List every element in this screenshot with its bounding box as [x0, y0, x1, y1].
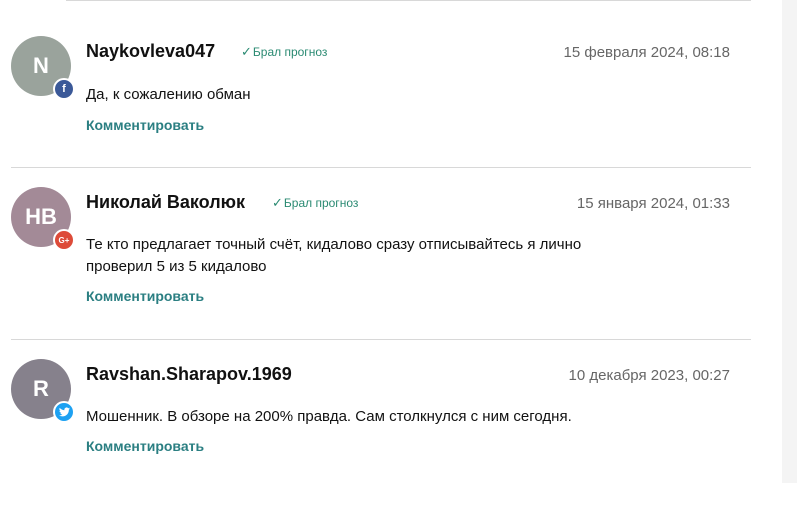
avatar-initials: HB	[25, 204, 57, 229]
page-scroll-strip	[782, 0, 797, 483]
comment-author[interactable]: Ravshan.Sharapov.1969	[86, 364, 292, 385]
twitter-icon	[53, 401, 75, 423]
comment-reply-button[interactable]: Комментировать	[86, 117, 204, 133]
comment-divider	[11, 339, 751, 340]
google-plus-icon: G+	[53, 229, 75, 251]
comment-author[interactable]: Naykovleva047	[86, 41, 215, 62]
verified-label: Брал прогноз	[252, 45, 328, 59]
verified-badge: ✓Брал прогноз	[241, 44, 327, 60]
comment-text: Да, к сожалению обман	[86, 86, 251, 103]
avatar-initials: N	[33, 53, 49, 78]
comment-divider	[11, 167, 751, 168]
avatar-initials: R	[33, 376, 49, 401]
comment-text: Те кто предлагает точный счёт, кидалово …	[86, 236, 582, 275]
comment-date: 10 декабря 2023, 00:27	[568, 367, 730, 384]
comment-date: 15 февраля 2024, 08:18	[563, 44, 730, 61]
comment-reply-button[interactable]: Комментировать	[86, 438, 204, 454]
comment-item: N f Naykovleva047 ✓Брал прогноз 15 февра…	[0, 36, 782, 186]
google-plus-glyph: G+	[58, 235, 70, 245]
comment-item: HB G+ Николай Ваколюк ✓Брал прогноз 15 я…	[0, 187, 782, 337]
facebook-glyph: f	[62, 83, 66, 95]
verified-badge: ✓Брал прогноз	[272, 195, 358, 211]
comment-date: 15 января 2024, 01:33	[576, 195, 730, 212]
facebook-icon: f	[53, 78, 75, 100]
verified-label: Брал прогноз	[283, 196, 359, 210]
comment-item: R Ravshan.Sharapov.1969 10 декабря 2023,…	[0, 359, 782, 509]
twitter-bird-icon	[58, 407, 70, 417]
check-icon: ✓	[241, 44, 252, 59]
check-icon: ✓	[272, 195, 283, 210]
top-divider	[66, 0, 751, 1]
comment-author[interactable]: Николай Ваколюк	[86, 192, 245, 213]
comment-text: Мошенник. В обзоре на 200% правда. Сам с…	[86, 408, 572, 425]
comment-reply-button[interactable]: Комментировать	[86, 288, 204, 304]
